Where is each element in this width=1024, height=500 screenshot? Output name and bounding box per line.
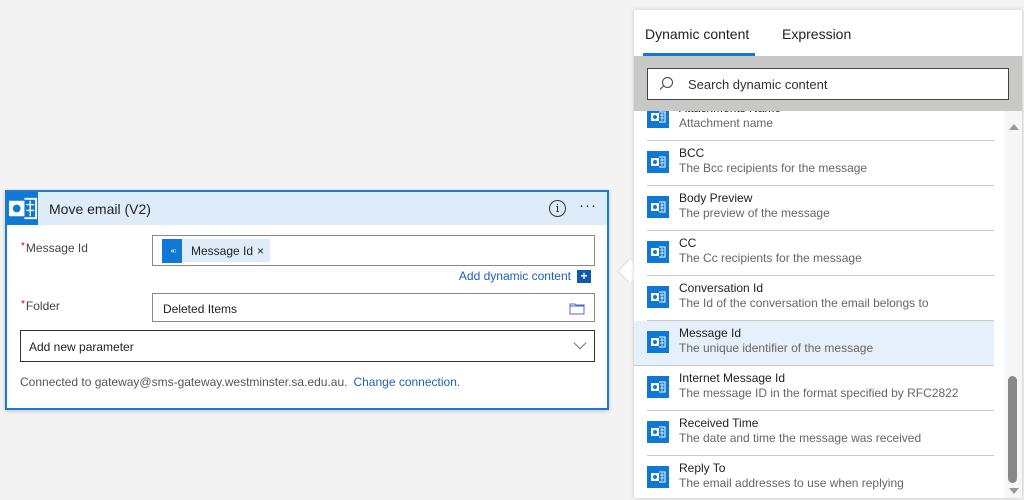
outlook-icon — [162, 238, 182, 263]
message-id-label: *Message Id — [21, 241, 88, 255]
list-item[interactable]: BCC The Bcc recipients for the message — [647, 141, 994, 186]
chevron-down-icon — [573, 336, 587, 350]
outlook-icon — [647, 376, 669, 398]
item-title: Body Preview — [679, 191, 753, 205]
scrollbar-thumb[interactable] — [1008, 376, 1017, 483]
item-description: Attachment name — [679, 116, 774, 130]
item-description: The date and time the message was receiv… — [679, 431, 922, 445]
item-description: The Cc recipients for the message — [679, 251, 862, 265]
item-title: Reply To — [679, 461, 726, 475]
list-item[interactable]: Conversation Id The Id of the conversatio… — [647, 276, 994, 321]
scroll-down-icon[interactable] — [1009, 488, 1019, 494]
add-new-parameter-dropdown[interactable]: Add new parameter — [20, 330, 595, 362]
outlook-icon — [647, 151, 669, 173]
dynamic-content-panel: Dynamic content Expression Search dynami… — [634, 10, 1022, 498]
folder-value: Deleted Items — [163, 302, 238, 316]
item-title: Message Id — [679, 326, 742, 340]
scroll-up-icon[interactable] — [1009, 124, 1019, 130]
folder-field[interactable]: Deleted Items — [152, 293, 595, 322]
list-item[interactable]: Attachments NameAttachment name — [647, 111, 994, 141]
item-description: The email addresses to use when replying — [679, 476, 904, 490]
outlook-icon — [647, 466, 669, 488]
outlook-icon — [647, 196, 669, 218]
list-item[interactable]: CC The Cc recipients for the message — [647, 231, 994, 276]
plus-icon: + — [577, 269, 591, 283]
item-description: The Id of the conversation the email bel… — [679, 296, 929, 310]
list-item[interactable]: Internet Message Id The message ID in the… — [647, 366, 994, 411]
search-icon — [662, 77, 673, 88]
connection-info: Connected to gateway@sms-gateway.westmin… — [20, 375, 461, 389]
list-item[interactable]: Body Preview The preview of the message — [647, 186, 994, 231]
folder-label: *Folder — [21, 299, 60, 313]
tab-dynamic-content[interactable]: Dynamic content — [642, 26, 756, 56]
outlook-icon — [7, 192, 38, 225]
folder-icon[interactable] — [569, 301, 585, 315]
item-description: The unique identifier of the message — [679, 341, 874, 355]
outlook-icon — [647, 241, 669, 263]
item-title: Internet Message Id — [679, 371, 786, 385]
dynamic-content-list: Attachments NameAttachment nameBCCThe Bc… — [634, 111, 1004, 498]
item-description: The message ID in the format specified b… — [679, 386, 959, 400]
more-options-icon[interactable]: ··· — [579, 197, 597, 214]
token-label: Message Id — [191, 243, 254, 258]
add-dynamic-content-link[interactable]: Add dynamic content + — [459, 269, 591, 283]
card-title: Move email (V2) — [49, 200, 151, 217]
outlook-icon — [647, 331, 669, 353]
item-title: Received Time — [679, 416, 759, 430]
info-icon[interactable]: i — [549, 200, 566, 217]
change-connection-link[interactable]: Change connection. — [353, 375, 460, 389]
item-title: Attachments Name — [679, 111, 781, 115]
item-title: Conversation Id — [679, 281, 764, 295]
outlook-icon — [647, 111, 669, 128]
outlook-icon — [647, 286, 669, 308]
message-id-token[interactable]: Message Id × — [162, 238, 271, 263]
search-input[interactable]: Search dynamic content — [647, 68, 1009, 100]
remove-token-icon[interactable]: × — [257, 244, 270, 258]
list-item[interactable]: Message Id The unique identifier of the m… — [634, 321, 994, 366]
item-description: The Bcc recipients for the message — [679, 161, 868, 175]
outlook-icon — [647, 421, 669, 443]
scrollbar[interactable] — [1004, 111, 1022, 498]
card-header[interactable]: Move email (V2) i ··· — [7, 192, 607, 225]
move-email-action-card[interactable]: Move email (V2) i ··· *Message Id Messag… — [5, 190, 609, 410]
message-id-field[interactable]: Message Id × — [152, 235, 595, 266]
item-title: CC — [679, 236, 697, 250]
item-title: BCC — [679, 146, 705, 160]
list-item[interactable]: Reply To The email addresses to use when … — [647, 456, 994, 498]
item-description: The preview of the message — [679, 206, 830, 220]
tab-expression[interactable]: Expression — [782, 26, 851, 42]
list-item[interactable]: Received Time The date and time the messa… — [647, 411, 994, 456]
